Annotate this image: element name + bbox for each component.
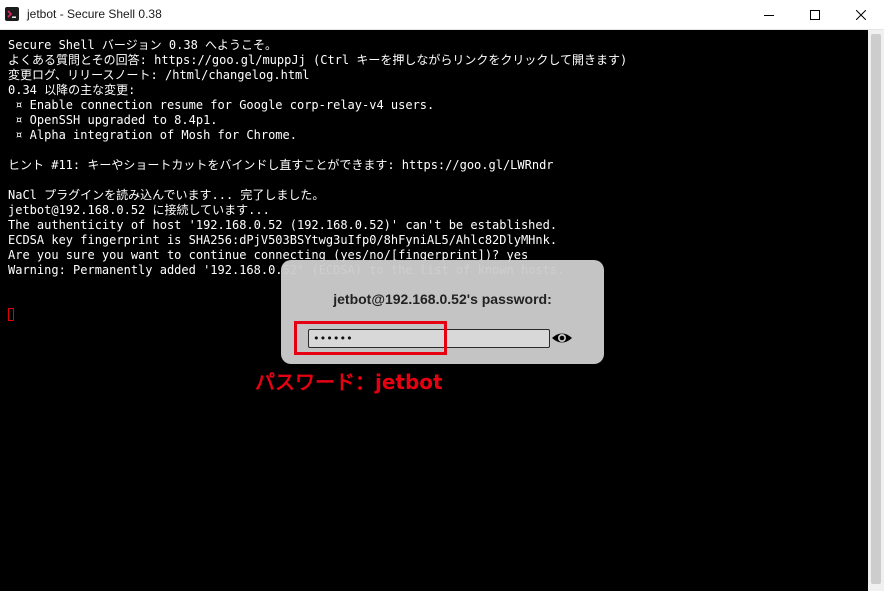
terminal-line: jetbot@192.168.0.52 に接続しています... [8, 203, 270, 217]
terminal-lines: Secure Shell バージョン 0.38 へようこそ。 よくある質問とその… [8, 38, 864, 278]
maximize-button[interactable] [792, 0, 838, 30]
title-bar: jetbot - Secure Shell 0.38 [0, 0, 884, 30]
terminal-icon [5, 7, 19, 21]
minimize-icon [764, 15, 774, 16]
window-title: jetbot - Secure Shell 0.38 [27, 7, 162, 21]
close-icon [856, 10, 866, 20]
minimize-button[interactable] [746, 0, 792, 30]
terminal-line: ¤ Enable connection resume for Google co… [8, 98, 435, 112]
terminal-line: ヒント #11: キーやショートカットをバインドし直すことができます: http… [8, 158, 554, 172]
terminal-cursor [8, 308, 14, 321]
terminal-line: ECDSA key fingerprint is SHA256:dPjV503B… [8, 233, 558, 247]
maximize-icon [810, 10, 820, 20]
terminal-line: ¤ OpenSSH upgraded to 8.4p1. [8, 113, 218, 127]
terminal-line: 0.34 以降の主な変更: [8, 83, 136, 97]
terminal-line: 変更ログ、リリースノート: /html/changelog.html [8, 68, 310, 82]
scrollbar-thumb[interactable] [871, 34, 881, 584]
terminal-line: NaCl プラグインを読み込んでいます... 完了しました。 [8, 188, 325, 202]
terminal-line: The authenticity of host '192.168.0.52 (… [8, 218, 558, 232]
close-button[interactable] [838, 0, 884, 30]
eye-icon[interactable] [551, 330, 573, 346]
password-annotation: パスワード：jetbot [255, 370, 443, 394]
terminal-line: ¤ Alpha integration of Mosh for Chrome. [8, 128, 297, 142]
password-highlight-box [294, 321, 447, 355]
terminal-line: Secure Shell バージョン 0.38 へようこそ。 [8, 38, 278, 52]
vertical-scrollbar[interactable] [868, 30, 884, 591]
password-prompt: jetbot@192.168.0.52's password: [333, 291, 552, 307]
terminal-line: よくある質問とその回答: https://goo.gl/muppJj (Ctrl… [8, 53, 628, 67]
